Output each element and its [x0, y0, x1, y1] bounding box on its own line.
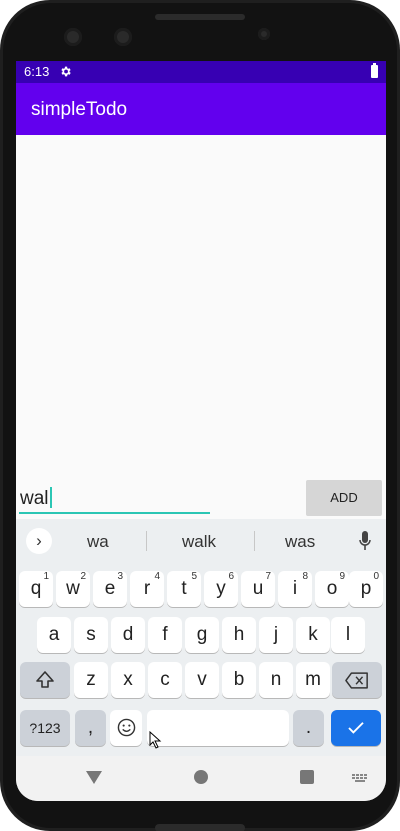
key-d[interactable]: d	[111, 617, 145, 653]
key-hint: 3	[117, 571, 123, 582]
key-m[interactable]: m	[296, 662, 330, 698]
home-icon[interactable]	[194, 770, 208, 784]
soft-keyboard: › wa walk was q1 w2 e3 r4 t5 y6 u7 i8 o …	[16, 519, 386, 756]
key-label: r	[143, 578, 151, 599]
checkmark-icon	[348, 722, 364, 734]
suggestion-strip: › wa walk was	[16, 519, 386, 563]
key-c[interactable]: c	[148, 662, 182, 698]
suggestion-1[interactable]: wa	[87, 532, 109, 552]
key-hint: 6	[228, 571, 234, 582]
add-button[interactable]: ADD	[306, 480, 382, 516]
app-bar: simpleTodo	[16, 83, 386, 135]
key-x[interactable]: x	[111, 662, 145, 698]
key-label: w	[66, 578, 80, 599]
gear-icon	[61, 66, 71, 77]
app-title: simpleTodo	[31, 99, 128, 120]
text-cursor	[49, 487, 52, 508]
key-b[interactable]: b	[222, 662, 256, 698]
status-bar: 6:13	[16, 61, 386, 83]
battery-icon	[371, 63, 378, 78]
key-u[interactable]: u7	[241, 571, 275, 607]
suggestion-3[interactable]: was	[285, 532, 315, 552]
key-label: y	[216, 578, 226, 599]
key-hint: 0	[373, 571, 379, 582]
key-y[interactable]: y6	[204, 571, 238, 607]
bottom-speaker	[155, 824, 245, 831]
top-speaker	[155, 14, 245, 20]
mouse-pointer-icon	[149, 731, 162, 749]
key-v[interactable]: v	[185, 662, 219, 698]
key-hint: 1	[43, 571, 49, 582]
recents-icon[interactable]	[300, 770, 314, 784]
todo-input[interactable]: wal	[19, 484, 210, 514]
key-hint: 8	[302, 571, 308, 582]
shift-key[interactable]	[20, 662, 70, 698]
key-label: q	[30, 578, 42, 599]
key-hint: 5	[191, 571, 197, 582]
suggestion-divider	[146, 531, 147, 551]
screen: 6:13 simpleTodo wal ADD › wa walk was q …	[16, 61, 386, 801]
navigation-bar	[16, 756, 386, 801]
todo-input-value: wal	[20, 488, 49, 509]
front-camera	[64, 28, 82, 46]
key-o[interactable]: o9	[315, 571, 349, 607]
emoji-key[interactable]	[110, 710, 142, 746]
key-hint: 7	[265, 571, 271, 582]
key-i[interactable]: i8	[278, 571, 312, 607]
suggestion-2[interactable]: walk	[182, 532, 216, 552]
key-f[interactable]: f	[148, 617, 182, 653]
comma-key[interactable]: ,	[75, 710, 106, 746]
microphone-icon[interactable]	[359, 531, 371, 551]
key-label: p	[360, 578, 372, 599]
todo-list	[16, 135, 386, 519]
key-label: e	[104, 578, 116, 599]
key-a[interactable]: a	[37, 617, 71, 653]
suggestion-divider	[254, 531, 255, 551]
status-time: 6:13	[24, 64, 50, 79]
key-label: u	[252, 578, 264, 599]
key-g[interactable]: g	[185, 617, 219, 653]
shift-icon	[36, 671, 54, 688]
key-w[interactable]: w2	[56, 571, 90, 607]
key-label: i	[292, 578, 298, 599]
key-label: t	[181, 578, 187, 599]
key-l[interactable]: l	[331, 617, 365, 653]
period-key[interactable]: .	[293, 710, 324, 746]
emoji-icon	[117, 718, 135, 737]
back-icon[interactable]	[86, 771, 102, 784]
key-t[interactable]: t5	[167, 571, 201, 607]
front-sensor	[114, 28, 132, 46]
key-p[interactable]: p0	[349, 571, 383, 607]
key-hint: 4	[154, 571, 160, 582]
key-z[interactable]: z	[74, 662, 108, 698]
key-n[interactable]: n	[259, 662, 293, 698]
backspace-key[interactable]	[332, 662, 382, 698]
proximity-sensor	[258, 28, 270, 40]
chevron-right-icon[interactable]: ›	[26, 528, 52, 554]
keyboard-switch-icon[interactable]	[352, 774, 368, 783]
key-r[interactable]: r4	[130, 571, 164, 607]
key-h[interactable]: h	[222, 617, 256, 653]
key-q[interactable]: q1	[19, 571, 53, 607]
key-hint: 2	[80, 571, 86, 582]
symbols-key[interactable]: ?123	[20, 710, 70, 746]
key-s[interactable]: s	[74, 617, 108, 653]
key-label: o	[326, 578, 338, 599]
enter-key[interactable]	[331, 710, 381, 746]
backspace-icon	[345, 672, 368, 689]
key-j[interactable]: j	[259, 617, 293, 653]
space-key[interactable]	[147, 710, 289, 746]
key-k[interactable]: k	[296, 617, 330, 653]
key-e[interactable]: e3	[93, 571, 127, 607]
input-row: wal ADD	[16, 477, 386, 519]
device-frame: 6:13 simpleTodo wal ADD › wa walk was q …	[0, 0, 400, 831]
key-hint: 9	[339, 571, 345, 582]
